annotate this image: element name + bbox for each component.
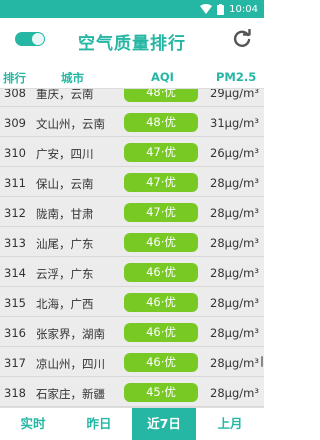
pm25-cell: 29μg/m³ (210, 89, 259, 100)
rank-cell: 310 (4, 146, 26, 160)
scrollbar[interactable] (261, 356, 263, 367)
pm25-cell: 28μg/m³ (210, 236, 259, 250)
app-header: 空气质量排行 (0, 18, 264, 63)
pm25-cell: 26μg/m³ (210, 146, 259, 160)
list-item[interactable]: 312 陇南，甘肃 47·优 28μg/m³ (0, 198, 264, 227)
aqi-badge: 46·优 (124, 263, 198, 282)
rank-cell: 315 (4, 296, 26, 310)
city-cell: 陇南，甘肃 (36, 207, 94, 221)
list-item[interactable]: 316 张家界，湖南 46·优 28μg/m³ (0, 318, 264, 347)
city-cell: 文山州，云南 (36, 117, 105, 131)
status-time: 10:04 (229, 3, 258, 15)
city-cell: 广安，四川 (36, 147, 94, 161)
aqi-badge: 46·优 (124, 293, 198, 312)
rank-cell: 318 (4, 386, 26, 400)
pm25-cell: 28μg/m³ (210, 206, 259, 220)
rank-cell: 317 (4, 356, 26, 370)
city-cell: 保山，云南 (36, 177, 94, 191)
list-item[interactable]: 315 北海，广西 46·优 28μg/m³ (0, 288, 264, 317)
list-item[interactable]: 317 凉山州，四川 46·优 28μg/m³ (0, 348, 264, 377)
aqi-badge: 46·优 (124, 233, 198, 252)
col-rank: 排行 (3, 71, 26, 85)
col-pm25: PM2.5 (216, 70, 257, 84)
city-cell: 汕尾，广东 (36, 237, 94, 251)
city-cell: 北海，广西 (36, 297, 94, 311)
pm25-cell: 28μg/m³ (210, 176, 259, 190)
city-cell: 凉山州，四川 (36, 357, 105, 371)
list-item[interactable]: 314 云浮，广东 46·优 28μg/m³ (0, 258, 264, 287)
city-cell: 云浮，广东 (36, 267, 94, 281)
aqi-badge: 47·优 (124, 143, 198, 162)
list-item[interactable]: 308 重庆，云南 48·优 29μg/m³ (0, 89, 264, 107)
pm25-cell: 31μg/m³ (210, 116, 259, 130)
rank-cell: 312 (4, 206, 26, 220)
rank-cell: 311 (4, 176, 26, 190)
list-item[interactable]: 309 文山州，云南 48·优 31μg/m³ (0, 108, 264, 137)
list-item[interactable]: 318 石家庄，新疆 45·优 28μg/m³ (0, 378, 264, 407)
tab-7days[interactable]: 近7日 (132, 408, 196, 440)
column-header: 排行 城市 AQI PM2.5 (0, 63, 264, 89)
list-item[interactable]: 313 汕尾，广东 46·优 28μg/m³ (0, 228, 264, 257)
rank-cell: 308 (4, 89, 26, 100)
rank-cell: 316 (4, 326, 26, 340)
rank-cell: 309 (4, 116, 26, 130)
rank-cell: 313 (4, 236, 26, 250)
aqi-badge: 48·优 (124, 89, 198, 102)
refresh-icon[interactable] (232, 29, 252, 49)
aqi-badge: 46·优 (124, 323, 198, 342)
pm25-cell: 28μg/m³ (210, 326, 259, 340)
status-bar: 10:04 (0, 0, 264, 18)
aqi-badge: 48·优 (124, 113, 198, 132)
tab-last-month[interactable]: 上月 (196, 408, 264, 440)
page-title: 空气质量排行 (78, 34, 186, 54)
list-item[interactable]: 310 广安，四川 47·优 26μg/m³ (0, 138, 264, 167)
battery-icon (217, 3, 225, 15)
aqi-badge: 46·优 (124, 353, 198, 372)
aqi-badge: 47·优 (124, 203, 198, 222)
city-cell: 重庆，云南 (36, 89, 94, 101)
tab-yesterday[interactable]: 昨日 (66, 408, 132, 440)
ranking-list[interactable]: 308 重庆，云南 48·优 29μg/m³ 309 文山州，云南 48·优 31μg/m³ 3… (0, 89, 264, 407)
pm25-cell: 28μg/m³ (210, 266, 259, 280)
pm25-cell: 28μg/m³ (210, 386, 259, 400)
pm25-cell: 28μg/m³ (210, 296, 259, 310)
aqi-badge: 47·优 (124, 173, 198, 192)
list-item[interactable]: 311 保山，云南 47·优 28μg/m³ (0, 168, 264, 197)
aqi-badge: 45·优 (124, 383, 198, 402)
col-city: 城市 (61, 71, 84, 85)
col-aqi: AQI (151, 70, 174, 84)
tab-bar: 实时 昨日 近7日 上月 (0, 407, 264, 440)
tab-realtime[interactable]: 实时 (0, 408, 66, 440)
wifi-icon (200, 4, 213, 14)
rank-cell: 314 (4, 266, 26, 280)
city-cell: 石家庄，新疆 (36, 387, 105, 401)
city-cell: 张家界，湖南 (36, 327, 105, 341)
pm25-cell: 28μg/m³ (210, 356, 259, 370)
